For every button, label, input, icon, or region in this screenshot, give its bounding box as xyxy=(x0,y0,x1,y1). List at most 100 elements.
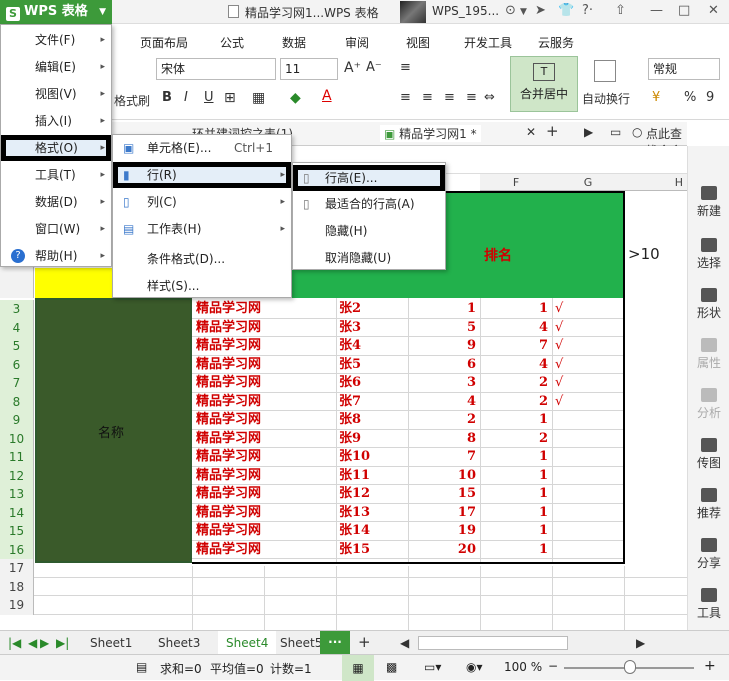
page-layout-view-icon[interactable]: ▭▾ xyxy=(424,660,441,674)
italic-button[interactable]: I xyxy=(184,90,188,105)
check-cell[interactable]: √ xyxy=(555,337,585,356)
tab-nav-icon[interactable]: ▶ xyxy=(584,125,593,139)
tab-developer[interactable]: 开发工具 xyxy=(464,34,512,51)
row-header[interactable]: 14 xyxy=(0,503,34,522)
menu-item-2[interactable]: 视图(V) ▸ xyxy=(1,81,111,107)
page-break-view-icon[interactable]: ▩ xyxy=(386,660,397,674)
row-header[interactable]: 19 xyxy=(0,596,34,615)
row-menu-item-3[interactable]: 取消隐藏(U) xyxy=(293,245,445,271)
row-menu-item-2[interactable]: 隐藏(H) xyxy=(293,218,445,244)
row-header[interactable]: 5 xyxy=(0,337,34,356)
panel-shape[interactable]: 形状 xyxy=(688,288,729,321)
rank-cell[interactable]: 2 xyxy=(480,430,552,449)
site-cell[interactable]: 精品学习网 xyxy=(196,337,336,356)
site-cell[interactable]: 精品学习网 xyxy=(196,356,336,375)
format-menu-item-5[interactable]: 样式(S)... xyxy=(113,273,291,299)
panel-tools[interactable]: 工具 xyxy=(688,588,729,621)
fill-color-icon[interactable]: ◆ xyxy=(290,90,301,106)
check-cell[interactable] xyxy=(555,467,585,486)
rank-cell[interactable]: 1 xyxy=(480,522,552,541)
format-menu-item-2[interactable]: ▯ 列(C) ▸ xyxy=(113,189,291,215)
last-sheet-icon[interactable]: ▶| xyxy=(56,636,69,650)
score-cell[interactable]: 6 xyxy=(408,356,480,375)
eye-protection-icon[interactable]: ◉▾ xyxy=(466,660,483,674)
name-cell[interactable]: 张15 xyxy=(339,541,407,560)
tab-cloud[interactable]: 云服务 xyxy=(538,34,574,51)
user-name[interactable]: WPS_195... xyxy=(432,4,499,18)
check-cell[interactable]: √ xyxy=(555,356,585,375)
panel-upload-image[interactable]: 传图 xyxy=(688,438,729,471)
site-cell[interactable]: 精品学习网 xyxy=(196,430,336,449)
column-header-f[interactable]: F xyxy=(480,174,552,191)
row-header[interactable]: 12 xyxy=(0,466,34,485)
wrap-text-button[interactable]: 自动换行 xyxy=(582,90,630,107)
close-tab-icon[interactable]: ✕ xyxy=(526,125,536,139)
name-cell[interactable]: 张13 xyxy=(339,504,407,523)
rank-cell[interactable]: 1 xyxy=(480,485,552,504)
row-header[interactable]: 16 xyxy=(0,540,34,559)
panel-analysis[interactable]: 分析 xyxy=(688,388,729,421)
name-cell[interactable]: 张6 xyxy=(339,374,407,393)
row-header[interactable]: 9 xyxy=(0,411,34,430)
minimize-icon[interactable]: — xyxy=(650,3,663,18)
row-header[interactable]: 6 xyxy=(0,355,34,374)
scroll-right-icon[interactable]: ▶ xyxy=(636,636,645,650)
row-header[interactable]: 13 xyxy=(0,485,34,504)
tab-formulas[interactable]: 公式 xyxy=(220,34,244,51)
row-header[interactable]: 3 xyxy=(0,300,34,319)
add-sheet-button[interactable]: + xyxy=(358,633,371,651)
rank-cell[interactable]: 2 xyxy=(480,374,552,393)
name-cell[interactable]: 张5 xyxy=(339,356,407,375)
column-header-g[interactable]: G xyxy=(552,174,624,191)
help-icon[interactable]: ?· xyxy=(582,3,593,18)
menu-item-0[interactable]: 文件(F) ▸ xyxy=(1,27,111,53)
comma-button[interactable]: 9 xyxy=(706,90,714,105)
scroll-left-icon[interactable]: ◀ xyxy=(400,636,409,650)
site-cell[interactable]: 精品学习网 xyxy=(196,522,336,541)
more-sheets-icon[interactable]: ··· xyxy=(320,631,350,655)
underline-button[interactable]: U xyxy=(204,90,214,105)
align-top-icon[interactable]: ≡ xyxy=(400,60,411,75)
site-cell[interactable]: 精品学习网 xyxy=(196,541,336,560)
zoom-in-icon[interactable]: + xyxy=(704,658,716,674)
score-cell[interactable]: 17 xyxy=(408,504,480,523)
site-cell[interactable]: 精品学习网 xyxy=(196,374,336,393)
next-sheet-icon[interactable]: ▶ xyxy=(40,636,49,650)
check-cell[interactable] xyxy=(555,448,585,467)
panel-share[interactable]: 分享 xyxy=(688,538,729,571)
score-cell[interactable]: 5 xyxy=(408,319,480,338)
zoom-slider-handle[interactable] xyxy=(624,660,636,674)
doc-tab-active[interactable]: ▣ 精品学习网1 * xyxy=(380,125,481,142)
check-cell[interactable]: √ xyxy=(555,393,585,412)
cell-style-icon[interactable]: ▦ xyxy=(252,90,265,106)
row-header[interactable]: 15 xyxy=(0,522,34,541)
menu-item-7[interactable]: 窗口(W) ▸ xyxy=(1,216,111,242)
format-painter-button[interactable]: 格式刷 xyxy=(114,92,150,109)
tab-view[interactable]: 视图 xyxy=(406,34,430,51)
font-color-icon[interactable]: A xyxy=(322,88,332,104)
rank-cell[interactable]: 1 xyxy=(480,300,552,319)
border-icon[interactable]: ⊞ xyxy=(224,90,236,106)
rank-cell[interactable]: 2 xyxy=(480,393,552,412)
score-cell[interactable]: 9 xyxy=(408,337,480,356)
site-cell[interactable]: 精品学习网 xyxy=(196,319,336,338)
zoom-level[interactable]: 100 % xyxy=(504,660,542,674)
number-format-select[interactable]: 常规 xyxy=(648,58,720,80)
check-cell[interactable] xyxy=(555,541,585,560)
score-cell[interactable]: 8 xyxy=(408,430,480,449)
score-cell[interactable]: 2 xyxy=(408,411,480,430)
menu-item-6[interactable]: 数据(D) ▸ xyxy=(1,189,111,215)
new-tab-button[interactable]: + xyxy=(546,122,559,140)
name-cell[interactable]: 张3 xyxy=(339,319,407,338)
tab-page-layout[interactable]: 页面布局 xyxy=(140,34,188,51)
justify-icon[interactable]: ≡ xyxy=(466,90,477,105)
row-header[interactable]: 18 xyxy=(0,577,34,596)
sheet-tab-5[interactable]: Sheet5 xyxy=(280,636,322,650)
sheet-tab-4[interactable]: Sheet4 xyxy=(218,631,277,655)
check-cell[interactable] xyxy=(555,411,585,430)
row-header[interactable]: 7 xyxy=(0,374,34,393)
name-cell[interactable]: 张4 xyxy=(339,337,407,356)
menu-item-5[interactable]: 工具(T) ▸ xyxy=(1,162,111,188)
site-cell[interactable]: 精品学习网 xyxy=(196,393,336,412)
score-cell[interactable]: 7 xyxy=(408,448,480,467)
